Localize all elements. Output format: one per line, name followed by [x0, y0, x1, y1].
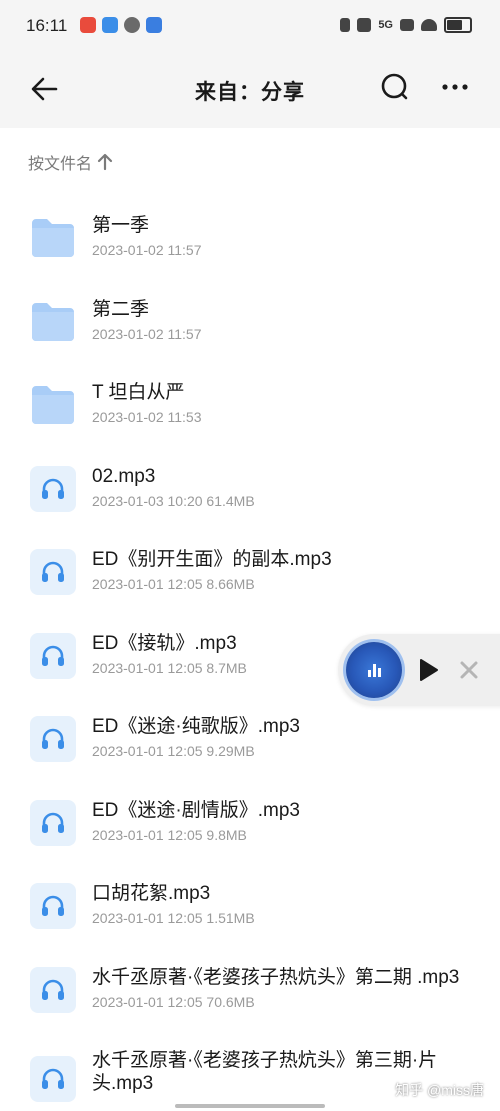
file-meta: 2023-01-02 11:57	[92, 325, 202, 342]
search-button[interactable]	[378, 70, 412, 104]
network-label: 5G	[378, 19, 393, 31]
folder-icon	[30, 299, 76, 345]
file-name: ED《迷途·纯歌版》.mp3	[92, 716, 300, 737]
page-title: 来自：分享	[195, 81, 305, 104]
file-name: 口胡花絮.mp3	[92, 883, 211, 904]
folder-icon	[30, 382, 76, 428]
wifi-icon	[421, 19, 437, 31]
app-notification-icon	[146, 17, 162, 33]
file-name: 第一季	[92, 215, 150, 236]
headphones-icon	[30, 632, 76, 679]
file-name: 第二季	[92, 298, 150, 320]
wechat-icon	[124, 17, 140, 33]
file-meta: 2023-01-01 12:05 1.51MB	[92, 910, 255, 926]
vibrate-icon	[340, 18, 351, 32]
status-time: 16:11	[26, 16, 68, 35]
file-name: 水千丞原著·《老婆孩子热炕头》第二期 .mp3	[92, 966, 460, 988]
file-meta: 2023-01-03 10:20 61.4MB	[92, 492, 255, 509]
more-button[interactable]	[438, 70, 472, 104]
app-notification-icon	[80, 17, 96, 33]
audio-file-item[interactable]: ED《别开生面》的副本.mp3 2023-01-01 12:05 8.66MB	[0, 519, 500, 603]
audio-file-item[interactable]: 02.mp3 2023-01-03 10:20 61.4MB	[0, 436, 500, 520]
file-meta: 2023-01-02 11:53	[92, 409, 202, 425]
file-name: T 坦白从严	[92, 382, 185, 403]
watermark: 知乎 @miss唐	[395, 1082, 484, 1098]
audio-file-item[interactable]: 水千丞原著·《老婆孩子热炕头》第二期 .mp3 2023-01-01 12:05 …	[0, 937, 500, 1021]
equalizer-icon	[368, 664, 381, 677]
play-button[interactable]	[416, 658, 440, 682]
header: 来自：分享	[0, 52, 500, 128]
headphones-icon	[30, 549, 76, 595]
battery-icon	[444, 17, 472, 33]
status-bar: 16:11 5G	[0, 0, 500, 52]
headphones-icon	[30, 1056, 76, 1102]
arrow-up-icon	[97, 153, 113, 171]
hd-icon	[357, 18, 372, 32]
file-name: ED《迷途·剧情版》.mp3	[92, 799, 300, 821]
app-notification-icon	[102, 17, 118, 33]
file-meta: 2023-01-01 12:05 9.29MB	[92, 743, 255, 759]
sort-by-name-button[interactable]: 按文件名	[28, 150, 114, 174]
play-icon	[420, 659, 438, 681]
signal-icon	[400, 19, 414, 31]
file-meta: 2023-01-01 12:05 70.6MB	[92, 993, 255, 1010]
file-meta: 2023-01-02 11:57	[92, 242, 202, 258]
search-icon	[381, 73, 408, 100]
headphones-icon	[30, 799, 76, 846]
more-dots-icon	[442, 84, 468, 90]
audio-file-item[interactable]: ED《迷途·剧情版》.mp3 2023-01-01 12:05 9.8MB	[0, 770, 500, 854]
floating-player	[338, 634, 500, 706]
folder-item[interactable]: 第一季 2023-01-02 11:57	[0, 185, 500, 269]
folder-icon	[30, 215, 76, 261]
file-meta: 2023-01-01 12:05 8.66MB	[92, 576, 255, 592]
file-meta: 2023-01-01 12:05 8.7MB	[92, 659, 247, 676]
sort-label: 按文件名	[28, 156, 93, 173]
file-name: ED《别开生面》的副本.mp3	[92, 549, 332, 570]
file-meta: 2023-01-01 12:05 9.8MB	[92, 826, 247, 843]
file-name: 02.mp3	[92, 465, 156, 487]
status-indicators: 5G	[340, 17, 472, 33]
folder-item[interactable]: T 坦白从严 2023-01-02 11:53	[0, 352, 500, 436]
headphones-icon	[30, 966, 76, 1013]
headphones-icon	[30, 465, 76, 512]
folder-item[interactable]: 第二季 2023-01-02 11:57	[0, 269, 500, 353]
close-icon	[460, 661, 478, 679]
close-player-button[interactable]	[458, 659, 480, 681]
audio-file-item[interactable]: 口胡花絮.mp3 2023-01-01 12:05 1.51MB	[0, 853, 500, 937]
home-indicator[interactable]	[175, 1104, 325, 1108]
headphones-icon	[30, 716, 76, 762]
player-disc-button[interactable]	[346, 642, 402, 698]
status-app-icons	[80, 17, 162, 33]
headphones-icon	[30, 883, 76, 929]
